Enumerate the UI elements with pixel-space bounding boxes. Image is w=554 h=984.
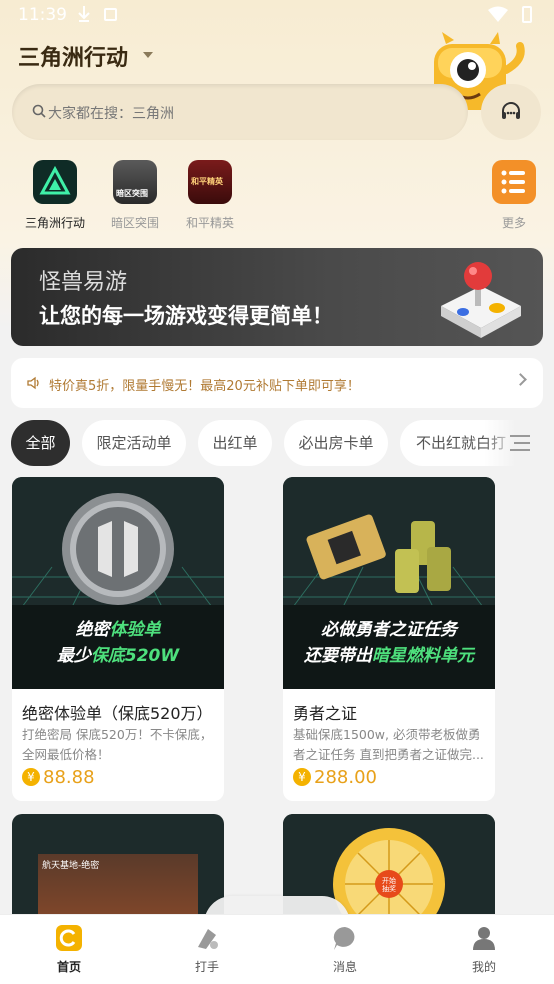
search-input[interactable]: 大家都在搜：三角洲 [12,84,468,140]
customer-service-button[interactable] [481,84,541,140]
search-icon [32,104,46,118]
caret-down-icon[interactable] [143,52,153,58]
notification-icon [104,8,117,21]
nav-label: 消息 [332,960,357,974]
promo-highlight: 暗星燃料单元 [372,646,474,666]
list-icon [492,160,536,204]
game-selector-title[interactable]: 三角洲行动 [18,40,128,72]
game-label: 和平精英 [185,216,234,230]
more-games[interactable]: 更多 [474,160,554,231]
product-desc: 打绝密局 保底520万！不卡保底，全网最低价格！ [22,727,213,762]
category-tabs: 全部 限定活动单 出红单 必出房卡单 不出红就白打 [0,420,554,466]
delta-force-icon [33,160,77,204]
banner-slogan: 让您的每一场游戏变得更简单！ [39,304,333,328]
battery-icon [522,6,532,23]
promo-text: 必做勇者之证任务 [321,620,457,640]
peacekeeper-elite-icon: 和平精英 [188,160,232,204]
status-time: 11:39 [18,5,67,25]
notice-bar[interactable]: 特价真5折，限量手慢无！最高20元补贴下单即可享！ [11,358,543,408]
price-value: 88.88 [43,767,95,788]
nav-profile[interactable]: 我的 [444,925,524,975]
product-image: 绝密体验单 最少保底520W [12,477,224,689]
nav-label: 首页 [56,960,81,974]
product-desc: 基础保底1500w, 必须带老板做勇者之证任务 直到把勇者之证做完... [293,727,484,762]
yen-icon: ¥ [22,768,40,786]
promo-text: 最少 [56,646,91,666]
search-placeholder: 大家都在搜：三角洲 [48,106,174,122]
nav-home[interactable]: 首页 [29,925,109,975]
promo-line-1: 绝密体验单 [12,615,224,640]
product-title: 绝密体验单（保底520万） [22,704,213,723]
game-label: 暗区突围 [110,216,159,230]
promo-text: 绝密 [75,620,110,640]
download-icon [78,6,90,22]
nav-players[interactable]: 打手 [167,925,247,975]
user-icon [471,925,497,951]
tab-room-card[interactable]: 必出房卡单 [284,420,388,466]
game-label: 三角洲行动 [24,216,85,230]
promo-highlight: 保底520W [90,646,180,666]
promo-highlight: 体验单 [109,620,161,640]
chevron-right-icon [514,373,527,386]
wheel-center-text: 开始 抽奖 [382,877,396,893]
message-icon [332,925,358,951]
promo-line-1: 必做勇者之证任务 [283,615,495,640]
product-price: ¥288.00 [293,767,377,788]
banner-brand: 怪兽易游 [39,270,128,295]
wifi-icon [488,6,508,22]
promo-line-2: 还要带出暗星燃料单元 [283,641,495,666]
product-title: 勇者之证 [293,704,358,723]
tab-red-drop[interactable]: 出红单 [198,420,272,466]
game-label: 更多 [501,216,526,230]
image-caption: 航天基地-绝密 [42,861,100,871]
bottom-nav: 首页 打手 消息 我的 [0,914,554,984]
game-peacekeeper-elite[interactable]: 和平精英 和平精英 [170,160,250,231]
nav-messages[interactable]: 消息 [305,925,385,975]
product-image: 必做勇者之证任务 还要带出暗星燃料单元 [283,477,495,689]
promo-banner[interactable]: 怪兽易游 让您的每一场游戏变得更简单！ [11,248,543,346]
game-icon-text: 暗区突围 [116,189,148,198]
home-icon [56,925,82,951]
nav-label: 我的 [471,960,496,974]
game-arena-breakout[interactable]: 暗区突围 暗区突围 [95,160,175,231]
product-card[interactable]: 绝密体验单 最少保底520W 绝密体验单（保底520万） 打绝密局 保底520万… [12,477,224,801]
game-delta-force[interactable]: 三角洲行动 [15,160,95,231]
promo-text: 还要带出 [304,646,372,666]
game-category-row: 三角洲行动 暗区突围 暗区突围 和平精英 和平精英 更多 [0,160,554,234]
product-card[interactable]: 必做勇者之证任务 还要带出暗星燃料单元 勇者之证 基础保底1500w, 必须带老… [283,477,495,801]
player-icon [194,925,220,951]
game-icon-text: 和平精英 [191,177,223,186]
status-bar: 11:39 [0,0,554,30]
nav-label: 打手 [194,960,219,974]
speaker-icon [27,376,39,390]
product-price: ¥88.88 [22,767,95,788]
headset-icon [502,102,520,119]
menu-icon[interactable] [510,434,530,452]
tab-all[interactable]: 全部 [11,420,70,466]
yen-icon: ¥ [293,768,311,786]
notice-text: 特价真5折，限量手慢无！最高20元补贴下单即可享！ [49,379,360,394]
promo-line-2: 最少保底520W [12,641,224,666]
price-value: 288.00 [314,767,377,788]
joystick-icon [441,262,521,338]
tab-limited-event[interactable]: 限定活动单 [82,420,186,466]
arena-breakout-icon: 暗区突围 [113,160,157,204]
